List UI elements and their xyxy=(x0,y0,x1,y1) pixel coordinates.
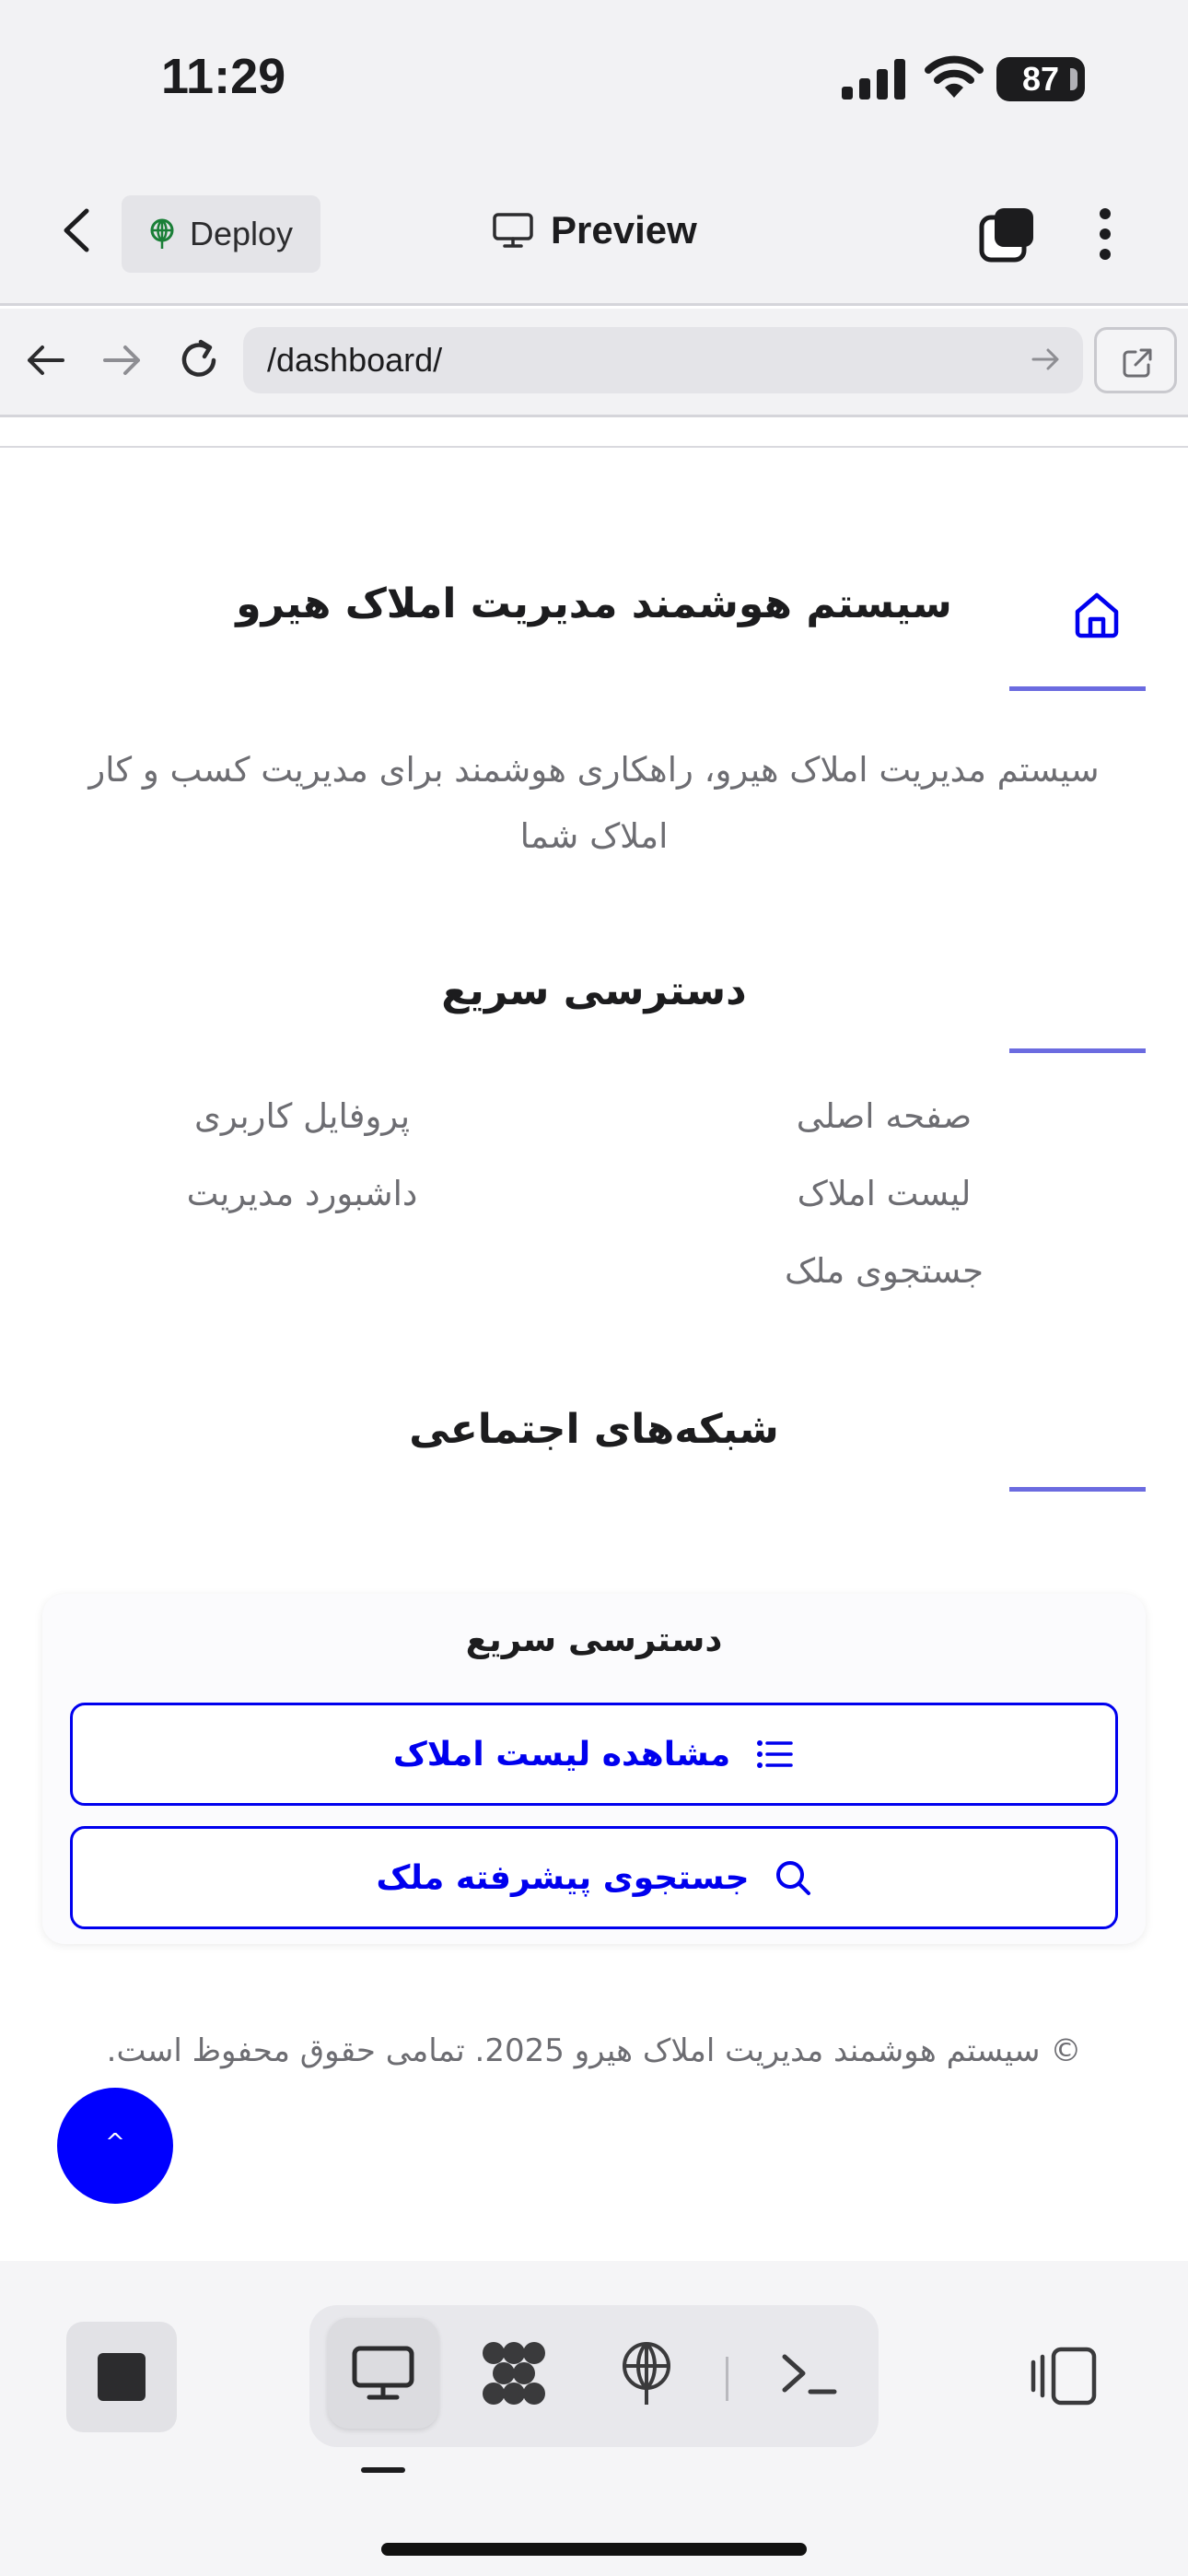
battery-tip xyxy=(1070,68,1077,90)
open-external-button[interactable] xyxy=(1094,327,1177,393)
deploy-mode-button[interactable] xyxy=(591,2318,702,2429)
page-divider xyxy=(0,446,1188,448)
preview-title: Preview xyxy=(492,208,697,252)
deploy-icon xyxy=(150,218,174,249)
panel-icon[interactable] xyxy=(1030,2344,1098,2408)
globe-icon xyxy=(623,2342,670,2405)
title-underline xyxy=(1009,686,1146,691)
preview-label: Preview xyxy=(551,208,697,252)
url-field[interactable]: /dashboard/ xyxy=(243,327,1083,393)
reload-icon[interactable] xyxy=(175,336,223,384)
status-bar: 11:29 87 xyxy=(0,0,1188,157)
quick-access-underline xyxy=(1009,1048,1146,1053)
view-mode-group xyxy=(309,2305,879,2447)
monitor-icon xyxy=(493,213,533,248)
network-icon xyxy=(483,2342,545,2405)
preview-mode-button[interactable] xyxy=(328,2318,438,2429)
advanced-search-button[interactable]: جستجوی پیشرفته ملک xyxy=(70,1826,1118,1929)
list-icon xyxy=(757,1740,793,1768)
back-icon[interactable] xyxy=(57,207,98,253)
home-indicator xyxy=(381,2543,807,2556)
link-profile[interactable]: پروفایل کاربری xyxy=(147,1096,457,1136)
card-title: دسترسی سریع xyxy=(465,1620,723,1659)
more-icon[interactable] xyxy=(1087,206,1124,262)
app-bar: Deploy Preview xyxy=(0,157,1188,306)
stop-icon xyxy=(98,2353,146,2401)
intro-text: سیستم مدیریت املاک هیرو، راهکاری هوشمند … xyxy=(88,750,1100,856)
status-time: 11:29 xyxy=(161,49,286,104)
active-mode-indicator xyxy=(361,2467,405,2473)
search-icon xyxy=(775,1861,810,1895)
terminal-icon xyxy=(782,2354,837,2395)
monitor-icon xyxy=(352,2346,414,2400)
footer-copyright: © سیستم هوشمند مدیریت املاک هیرو 2025. ت… xyxy=(106,2032,1082,2069)
mode-separator xyxy=(726,2357,728,2401)
deploy-button[interactable]: Deploy xyxy=(122,195,320,273)
link-admin-dashboard[interactable]: داشبورد مدیریت xyxy=(147,1174,457,1213)
terminal-mode-button[interactable] xyxy=(753,2318,864,2429)
signal-icon xyxy=(842,59,905,100)
page-title: سیستم هوشمند مدیریت املاک هیرو xyxy=(236,580,952,627)
view-property-list-button[interactable]: مشاهده لیست املاک xyxy=(70,1703,1118,1806)
stop-button[interactable] xyxy=(66,2322,177,2432)
social-heading: شبکه‌های اجتماعی xyxy=(409,1406,779,1453)
quick-access-card: دسترسی سریع مشاهده لیست املاک جستجوی پیش… xyxy=(42,1594,1146,1944)
arrow-left-icon[interactable] xyxy=(22,336,70,384)
browser-bar: /dashboard/ xyxy=(0,309,1188,417)
arrow-right-icon[interactable] xyxy=(98,336,146,384)
link-search-property[interactable]: جستجوی ملک xyxy=(750,1251,1019,1291)
quick-access-heading: دسترسی سریع xyxy=(441,967,747,1014)
social-underline xyxy=(1009,1487,1146,1492)
view-property-list-label: مشاهده لیست املاک xyxy=(392,1735,731,1774)
home-icon xyxy=(1075,592,1119,638)
network-mode-button[interactable] xyxy=(459,2318,569,2429)
tabs-icon[interactable] xyxy=(978,205,1037,263)
link-home[interactable]: صفحه اصلی xyxy=(768,1096,1000,1136)
caret-up-icon: ^ xyxy=(105,2129,125,2157)
advanced-search-label: جستجوی پیشرفته ملک xyxy=(376,1858,750,1897)
link-property-list[interactable]: لیست املاک xyxy=(768,1174,1000,1213)
external-link-icon xyxy=(1123,348,1152,378)
url-text: /dashboard/ xyxy=(267,341,443,379)
go-arrow-icon[interactable] xyxy=(1030,344,1061,375)
wifi-icon xyxy=(925,55,984,98)
bottom-toolbar xyxy=(0,2261,1188,2576)
scroll-to-top-button[interactable]: ^ xyxy=(57,2088,173,2204)
deploy-label: Deploy xyxy=(190,215,294,252)
